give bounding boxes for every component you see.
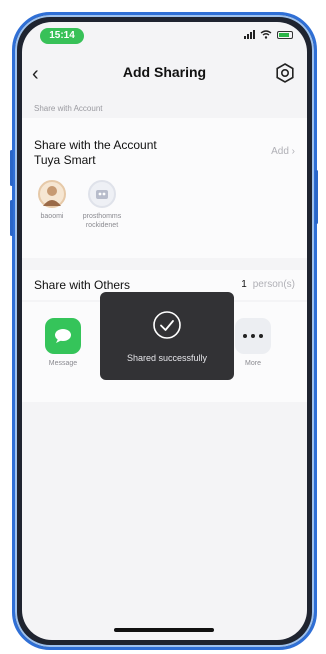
account-title-line2: Tuya Smart [34,153,96,167]
avatar [88,180,116,208]
others-count: 1 person(s) [241,279,295,290]
others-title: Share with Others [34,278,131,292]
avatar [38,180,66,208]
share-app-label: More [245,360,261,367]
account-share-title: Share with the Account Tuya Smart [34,138,157,168]
status-time: 15:14 [40,28,84,44]
signal-icon [244,30,255,39]
share-app-more[interactable]: More [228,318,278,367]
side-button [10,150,13,186]
contact-name: prosthomms rockidenet [82,213,122,229]
page-title: Add Sharing [122,64,207,80]
status-icons [244,30,293,39]
nav-header: ‹ Add Sharing [22,54,307,94]
section-label-account: Share with Account [34,104,103,113]
share-app-label: Message [48,360,78,367]
robot-avatar-icon [96,190,108,199]
side-button [315,170,318,224]
app-screen: 15:14 ‹ Add Sharing Share with Account S… [22,22,307,640]
others-count-unit: person(s) [252,279,295,290]
account-title-line1: Share with the Account [34,138,157,152]
wifi-icon [260,30,272,39]
more-icon [235,318,271,354]
others-count-number: 1 [241,279,247,290]
home-indicator[interactable] [114,628,214,632]
side-button [10,200,13,236]
add-account-button[interactable]: Add › [271,146,295,157]
success-toast: Shared successfully [100,292,234,380]
check-circle-icon [153,311,181,339]
share-app-message[interactable]: Message [38,318,88,367]
toast-message: Shared successfully [126,353,208,363]
contact-item[interactable]: prosthomms rockidenet [72,180,132,230]
message-icon [45,318,81,354]
settings-gear-icon[interactable] [275,63,295,83]
battery-icon [277,30,293,39]
status-bar: 15:14 [22,22,307,54]
person-avatar-icon [43,186,61,206]
